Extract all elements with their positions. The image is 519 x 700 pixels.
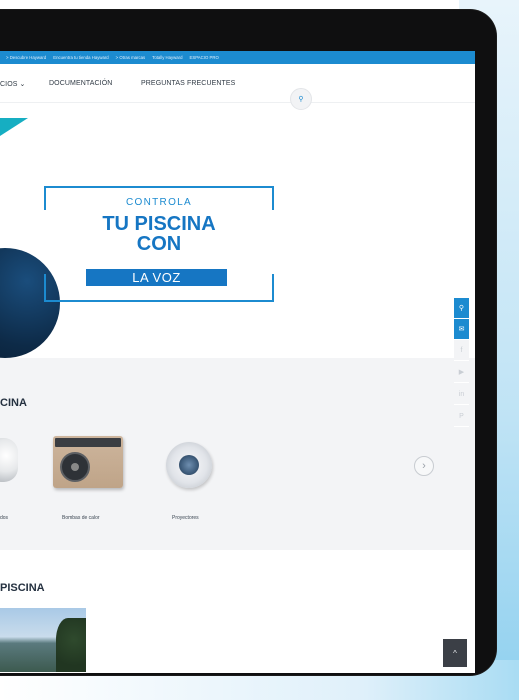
utility-link[interactable]: ESPACIO PRO xyxy=(190,55,219,60)
product-image-spotlight[interactable] xyxy=(166,442,212,488)
utility-link[interactable]: Totally Hayward xyxy=(152,55,182,60)
hero-headline-line1: TU PISCINA xyxy=(102,213,216,235)
product-label[interactable]: Bombas de calor xyxy=(62,515,100,521)
social-sidebar: ⚲ ✉ f ▶ in P xyxy=(454,298,469,428)
product-label[interactable]: Proyectores xyxy=(172,515,199,521)
heat-pump-fan xyxy=(60,452,90,482)
hero-small-text: CONTROLA xyxy=(126,197,192,208)
heat-pump-panel xyxy=(55,438,121,447)
hero-frame-corner xyxy=(272,274,274,300)
hero-band-text: LA VOZ xyxy=(86,269,227,286)
hero-headline-line2: CON xyxy=(136,233,182,255)
product-image-heat-pump[interactable] xyxy=(53,436,123,488)
product-label[interactable]: dos xyxy=(0,515,8,521)
carousel-next-button[interactable]: › xyxy=(414,456,434,476)
utility-link[interactable]: Encuentra tu tienda Hayward xyxy=(53,55,108,60)
hero-voice-banner[interactable]: CONTROLA TU PISCINA CON LA VOZ xyxy=(44,186,274,302)
utility-bar: > Descubre Hayward Encuentra tu tienda H… xyxy=(0,51,475,64)
utility-link[interactable]: > Otras marcas xyxy=(116,55,146,60)
scroll-top-button[interactable]: ^ xyxy=(443,639,467,667)
mail-icon[interactable]: ✉ xyxy=(454,319,469,339)
tablet-screen: > Descubre Hayward Encuentra tu tienda H… xyxy=(0,51,475,673)
products-title: CINA xyxy=(0,397,27,409)
nav-item-documentacion[interactable]: DOCUMENTACIÓN xyxy=(49,80,112,87)
nav-item-servicios[interactable]: CIOS xyxy=(0,80,26,88)
section2-title: PISCINA xyxy=(0,582,45,594)
location-pin-icon[interactable]: ⚲ xyxy=(454,298,469,318)
hero-accent-shape xyxy=(0,118,28,136)
product-image-partial[interactable] xyxy=(0,438,18,482)
tablet-frame: > Descubre Hayward Encuentra tu tienda H… xyxy=(0,10,496,675)
youtube-icon[interactable]: ▶ xyxy=(454,362,469,383)
linkedin-icon[interactable]: in xyxy=(454,384,469,405)
pinterest-icon[interactable]: P xyxy=(454,406,469,427)
search-button[interactable]: ⚲ xyxy=(290,88,312,110)
facebook-icon[interactable]: f xyxy=(454,340,469,361)
utility-link[interactable]: > Descubre Hayward xyxy=(6,55,46,60)
nav-item-faq[interactable]: PREGUNTAS FRECUENTES xyxy=(141,80,235,87)
search-icon: ⚲ xyxy=(298,96,304,103)
pool-photo[interactable] xyxy=(0,608,86,672)
hero-frame-corner xyxy=(44,274,46,300)
